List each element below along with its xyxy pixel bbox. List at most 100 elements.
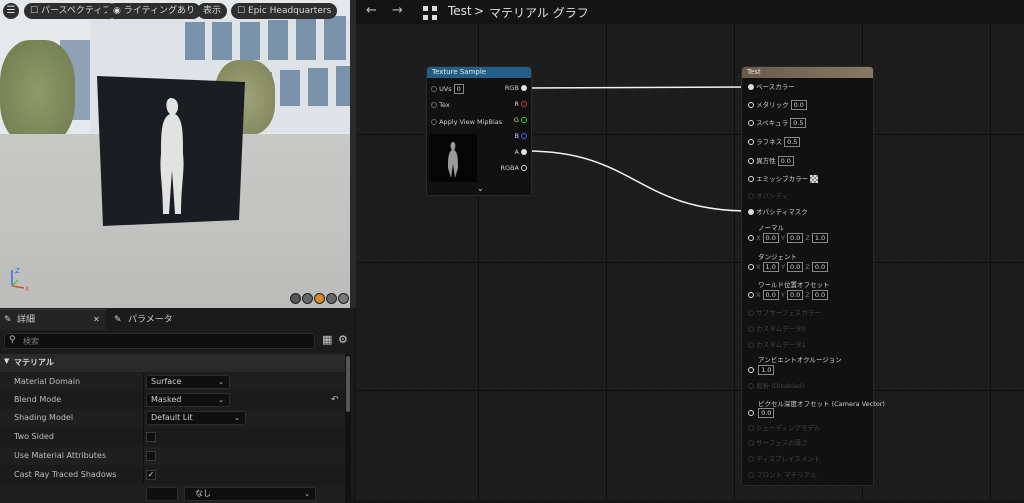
opacity-mask-pin[interactable]: オパシティマスク: [748, 208, 808, 217]
pin-icon: [748, 209, 754, 215]
specular-pin[interactable]: スペキュラ 0.5: [748, 118, 807, 128]
ao-value[interactable]: 1.0: [758, 365, 775, 375]
asset-dropdown[interactable]: なし ⌄: [184, 487, 316, 501]
material-section-header[interactable]: ▼ マテリアル: [0, 354, 345, 372]
column-divider[interactable]: [143, 428, 144, 446]
plane-icon[interactable]: [314, 293, 325, 304]
wpo-x-value[interactable]: 0.0: [762, 290, 779, 300]
settings-gear-icon[interactable]: ⚙: [338, 333, 348, 346]
tab-parameters[interactable]: パラメータ: [128, 310, 173, 330]
b-output-pin[interactable]: B: [514, 132, 527, 141]
teapot-icon[interactable]: [338, 293, 349, 304]
anisotropy-value[interactable]: 0.0: [777, 156, 794, 166]
window: [268, 20, 288, 60]
mipbias-input-pin[interactable]: Apply View MipBias: [431, 118, 502, 127]
column-divider[interactable]: [143, 373, 144, 391]
custom1-label: カスタムデータ1: [756, 341, 806, 349]
scrollbar-thumb[interactable]: [346, 356, 350, 412]
viewport-menu-icon[interactable]: ☰: [3, 3, 19, 19]
search-icon: ⚲: [9, 335, 16, 345]
cylinder-icon[interactable]: [290, 293, 301, 304]
lighting-label: ライティングあり: [123, 6, 195, 16]
uvs-input-pin[interactable]: UVs 0: [431, 84, 464, 94]
uvs-value[interactable]: 0: [453, 84, 464, 94]
use-material-attributes-checkbox[interactable]: [146, 451, 156, 461]
roughness-label: ラフネス: [756, 138, 783, 146]
expand-chevron-icon[interactable]: ⌄: [477, 184, 484, 193]
anisotropy-pin[interactable]: 異方性 0.0: [748, 156, 794, 166]
base-color-pin[interactable]: ベースカラー: [748, 83, 795, 92]
tex-input-pin[interactable]: Tex: [431, 101, 450, 110]
preview-scene-button[interactable]: ☐ Epic Headquarters: [231, 3, 338, 19]
tangent-y-value[interactable]: 0.0: [786, 262, 804, 272]
a-output-pin[interactable]: A: [514, 148, 527, 157]
texture-sample-node[interactable]: Texture Sample UVs 0 Tex Apply View MipBi…: [426, 66, 532, 196]
two-sided-row: Two Sided: [0, 428, 345, 446]
chevron-down-icon: ⌄: [218, 396, 224, 404]
tangent-x-value[interactable]: 1.0: [762, 262, 779, 272]
show-button[interactable]: 表示: [197, 3, 228, 19]
texture-thumbnail: [429, 134, 477, 182]
pin-icon: [431, 102, 437, 108]
close-tab-icon[interactable]: ✕: [93, 310, 100, 330]
section-title: マテリアル: [14, 358, 54, 367]
a-label: A: [514, 148, 519, 156]
tab-details[interactable]: [0, 309, 106, 330]
roughness-pin[interactable]: ラフネス 0.5: [748, 137, 801, 147]
column-divider[interactable]: [143, 447, 144, 465]
cube-icon[interactable]: [326, 293, 337, 304]
preview-plane-mesh[interactable]: [95, 74, 250, 229]
wpo-pin[interactable]: ワールド位置オフセット: [748, 281, 830, 290]
x-label: X: [756, 291, 761, 299]
shading-model-value: Default Lit: [151, 413, 193, 422]
wpo-values: X 0.0 Y 0.0 Z 0.0: [748, 290, 829, 300]
rgb-output-pin[interactable]: RGB: [505, 84, 527, 93]
blend-mode-dropdown[interactable]: Masked ⌄: [146, 393, 230, 407]
column-divider[interactable]: [143, 409, 144, 427]
cast-ray-traced-shadows-checkbox[interactable]: ✓: [146, 470, 156, 480]
column-divider[interactable]: [143, 466, 144, 484]
normal-y-value[interactable]: 0.0: [786, 233, 804, 243]
perspective-button[interactable]: ☐ パースペクティブ: [24, 3, 118, 19]
shading-model-pin: シェーディングモデル: [748, 424, 821, 433]
metallic-value[interactable]: 0.0: [790, 100, 807, 110]
column-divider[interactable]: [143, 391, 144, 409]
lighting-button[interactable]: ◉ ライティングあり: [107, 3, 201, 19]
pin-icon: [748, 383, 754, 389]
level-viewport[interactable]: Z X ☰ ☐ パースペクティブ ◉ ライティングあり 表示 ☐ Epic He…: [0, 0, 354, 308]
r-output-pin[interactable]: R: [514, 100, 527, 109]
wpo-y-value[interactable]: 0.0: [786, 290, 804, 300]
search-input[interactable]: ⚲ 検索: [4, 333, 315, 349]
metallic-label: メタリック: [756, 101, 789, 109]
ao-pin[interactable]: アンビエントオクルージョン: [748, 356, 842, 365]
rgba-output-pin[interactable]: RGBA: [500, 164, 527, 173]
pencil-icon: ✎: [114, 315, 122, 325]
texture-thumbnail-slot[interactable]: [146, 487, 178, 501]
specular-value[interactable]: 0.5: [790, 118, 807, 128]
tangent-pin[interactable]: タンジェント: [748, 253, 797, 262]
emissive-swatch[interactable]: [810, 175, 819, 183]
custom1-pin: カスタムデータ1: [748, 341, 806, 350]
pdo-value[interactable]: 0.0: [758, 408, 775, 418]
two-sided-checkbox[interactable]: [146, 432, 156, 442]
tex-label: Tex: [439, 101, 450, 109]
pin-icon: [748, 472, 754, 478]
normal-z-value[interactable]: 1.0: [811, 233, 829, 243]
reset-to-default-icon[interactable]: ↶: [331, 391, 339, 409]
table-view-icon[interactable]: ▦: [322, 333, 332, 346]
r-label: R: [514, 100, 519, 108]
metallic-pin[interactable]: メタリック 0.0: [748, 100, 807, 110]
normal-x-value[interactable]: 0.0: [762, 233, 779, 243]
g-output-pin[interactable]: G: [514, 116, 527, 125]
shading-model-dropdown[interactable]: Default Lit ⌄: [146, 411, 246, 425]
z-label: Z: [805, 291, 810, 299]
sphere-icon[interactable]: [302, 293, 313, 304]
tangent-z-value[interactable]: 0.0: [811, 262, 829, 272]
material-result-node[interactable]: Test ベースカラー メタリック 0.0 スペキュラ 0.5 ラフネス 0.5 異方…: [741, 66, 885, 486]
details-scrollbar[interactable]: [345, 354, 351, 500]
wpo-z-value[interactable]: 0.0: [811, 290, 829, 300]
normal-pin[interactable]: ノーマル: [748, 224, 784, 233]
emissive-pin[interactable]: エミッシブカラー: [748, 175, 819, 184]
roughness-value[interactable]: 0.5: [784, 137, 801, 147]
material-domain-dropdown[interactable]: Surface ⌄: [146, 375, 230, 389]
